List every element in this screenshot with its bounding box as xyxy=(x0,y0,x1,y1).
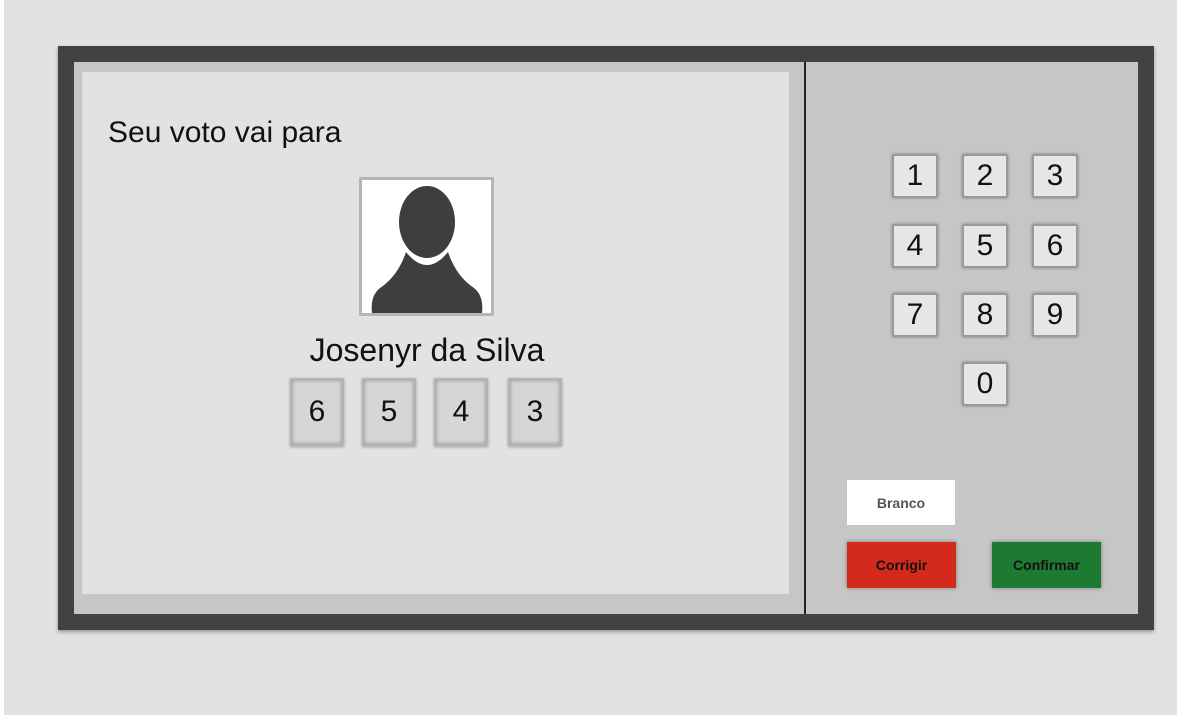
confirmar-button[interactable]: Confirmar xyxy=(992,542,1101,588)
key-6[interactable]: 6 xyxy=(1032,224,1078,268)
keypad-panel: 1 2 3 4 5 6 7 8 9 0 Branco Corrigir Conf… xyxy=(806,62,1138,614)
person-silhouette-icon xyxy=(371,186,483,313)
key-5[interactable]: 5 xyxy=(962,224,1008,268)
screen-frame: Seu voto vai para Josenyr da Silva 6 5 4… xyxy=(74,62,804,614)
key-0[interactable]: 0 xyxy=(962,362,1008,406)
branco-button[interactable]: Branco xyxy=(847,480,955,525)
key-4[interactable]: 4 xyxy=(892,224,938,268)
key-7[interactable]: 7 xyxy=(892,293,938,337)
corrigir-button[interactable]: Corrigir xyxy=(847,542,956,588)
key-1[interactable]: 1 xyxy=(892,154,938,198)
candidate-digit-1: 6 xyxy=(290,378,344,446)
key-2[interactable]: 2 xyxy=(962,154,1008,198)
key-8[interactable]: 8 xyxy=(962,293,1008,337)
candidate-name: Josenyr da Silva xyxy=(309,332,545,368)
candidate-digit-2: 5 xyxy=(362,378,416,446)
candidate-number: 6 5 4 3 xyxy=(290,378,570,448)
key-3[interactable]: 3 xyxy=(1032,154,1078,198)
vote-prompt: Seu voto vai para xyxy=(108,116,342,149)
voting-machine: Seu voto vai para Josenyr da Silva 6 5 4… xyxy=(58,46,1154,630)
key-9[interactable]: 9 xyxy=(1032,293,1078,337)
voting-screen: Seu voto vai para Josenyr da Silva 6 5 4… xyxy=(82,72,789,594)
candidate-digit-4: 3 xyxy=(508,378,562,446)
candidate-photo xyxy=(359,177,494,316)
candidate-digit-3: 4 xyxy=(434,378,488,446)
